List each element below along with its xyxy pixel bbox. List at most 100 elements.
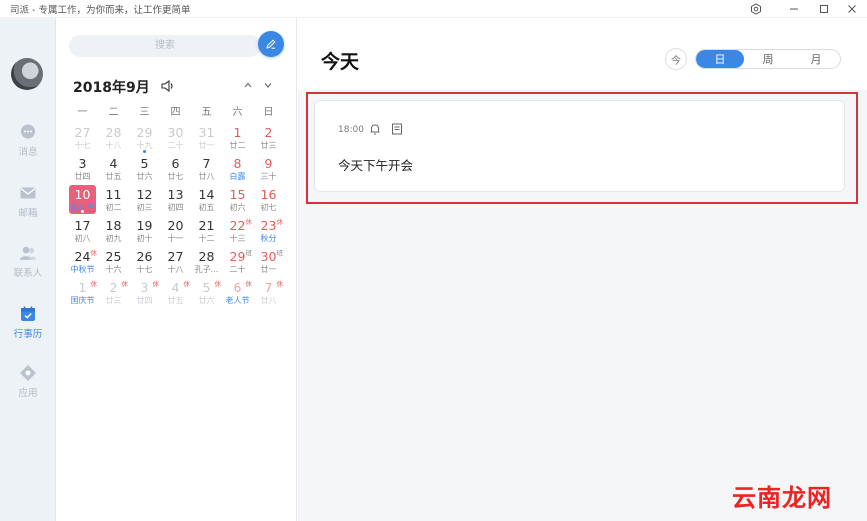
bell-icon <box>370 124 380 135</box>
lunar-label: 廿二 <box>229 141 246 150</box>
calendar-day[interactable]: 12 初三 <box>129 185 160 216</box>
calendar-day[interactable]: 5 廿六 <box>129 154 160 185</box>
calendar-day[interactable]: 13 初四 <box>160 185 191 216</box>
calendar-day[interactable]: 27 十八 <box>160 247 191 278</box>
lunar-label: 十七 <box>74 141 91 150</box>
calendar-day[interactable]: 9 三十 <box>253 154 284 185</box>
lunar-label: 十七 <box>136 265 153 274</box>
nav-item-contacts[interactable]: 联系人 <box>0 244 56 292</box>
calendar-day[interactable]: 11 初二 <box>98 185 129 216</box>
calendar-day[interactable]: 19 初十 <box>129 216 160 247</box>
calendar-day[interactable]: 30 二十 <box>160 123 191 154</box>
speaker-icon[interactable] <box>160 78 176 94</box>
lunar-label: 老人节 <box>225 296 250 305</box>
calendar-day[interactable]: 20 十一 <box>160 216 191 247</box>
lunar-label: 初四 <box>167 203 184 212</box>
lunar-label: 廿三 <box>260 141 277 150</box>
view-month-tab[interactable]: 月 <box>792 50 840 68</box>
calendar-day[interactable]: 16 初七 <box>253 185 284 216</box>
day-number: 5 <box>140 156 149 171</box>
calendar-day[interactable]: 26 十七 <box>129 247 160 278</box>
month-label: 2018年9月 <box>73 80 150 96</box>
day-number: 8 <box>233 156 242 171</box>
search-input[interactable]: 搜索 <box>69 35 261 57</box>
calendar-day[interactable]: 3 廿四 <box>67 154 98 185</box>
nav-item-mail[interactable]: 邮箱 <box>0 184 56 232</box>
day-number: 9 <box>264 156 273 171</box>
calendar-day[interactable]: 1 国庆节休 <box>67 278 98 309</box>
day-number: 15 <box>229 187 246 202</box>
lunar-label: 十八 <box>105 141 122 150</box>
calendar-day[interactable]: 29 十九 <box>129 123 160 154</box>
calendar-day[interactable]: 29 二十班 <box>222 247 253 278</box>
calendar-day[interactable]: 3 廿四休 <box>129 278 160 309</box>
day-number: 21 <box>198 218 215 233</box>
day-number: 31 <box>198 125 215 140</box>
calendar-day[interactable]: 7 廿八 <box>191 154 222 185</box>
settings-icon[interactable] <box>748 1 764 17</box>
calendar-day[interactable]: 17 初八 <box>67 216 98 247</box>
app-window: 司派 - 专属工作，为你而来，让工作更简单 消息 邮箱 联系人 行事历 应用 搜… <box>0 0 867 521</box>
lunar-label: 廿七 <box>167 172 184 181</box>
day-number: 19 <box>136 218 153 233</box>
weekday-label: 一 <box>77 107 88 118</box>
chevron-down-icon <box>264 83 272 88</box>
calendar-day[interactable]: 15 初六 <box>222 185 253 216</box>
holiday-badge: 休 <box>214 280 222 288</box>
lunar-label: 廿八 <box>198 172 215 181</box>
lunar-label: 廿一 <box>198 141 215 150</box>
calendar-day-today[interactable]: 10 教师节 <box>67 185 98 216</box>
next-month-button[interactable] <box>261 78 275 92</box>
prev-month-button[interactable] <box>241 78 255 92</box>
compose-button[interactable] <box>258 31 284 57</box>
calendar-day[interactable]: 28 孔子... <box>191 247 222 278</box>
calendar-day[interactable]: 8 白露 <box>222 154 253 185</box>
lunar-label: 孔子... <box>194 265 219 274</box>
calendar-day[interactable]: 2 廿三 <box>253 123 284 154</box>
view-week-tab[interactable]: 周 <box>744 50 792 68</box>
maximize-icon[interactable] <box>816 1 832 17</box>
calendar-day[interactable]: 6 老人节休 <box>222 278 253 309</box>
nav-item-messages[interactable]: 消息 <box>0 123 56 171</box>
weekday-label: 三 <box>139 107 150 118</box>
calendar-day[interactable]: 24 中秋节休 <box>67 247 98 278</box>
day-number: 2 <box>264 125 273 140</box>
weekday-header: 一 二 三 四 五 六 日 <box>67 103 284 118</box>
calendar-day[interactable]: 4 廿五休 <box>160 278 191 309</box>
calendar-day[interactable]: 2 廿三休 <box>98 278 129 309</box>
calendar-day[interactable]: 31 廿一 <box>191 123 222 154</box>
nav-label: 联系人 <box>13 268 43 279</box>
calendar-day[interactable]: 28 十八 <box>98 123 129 154</box>
close-icon[interactable] <box>844 1 860 17</box>
nav-item-calendar[interactable]: 行事历 <box>0 305 56 353</box>
event-card[interactable]: 18:00 今天下午开会 <box>314 100 845 192</box>
day-view-header: 今天 今 日 周 月 <box>298 18 867 90</box>
calendar-day[interactable]: 30 廿一班 <box>253 247 284 278</box>
window-title: 司派 - 专属工作，为你而来，让工作更简单 <box>10 5 191 16</box>
calendar-day[interactable]: 1 廿二 <box>222 123 253 154</box>
nav-item-apps[interactable]: 应用 <box>0 364 56 412</box>
weekday-label: 四 <box>170 107 181 118</box>
calendar-day[interactable]: 23 秋分休 <box>253 216 284 247</box>
calendar-day[interactable]: 14 初五 <box>191 185 222 216</box>
day-number: 14 <box>198 187 215 202</box>
calendar-day[interactable]: 25 十六 <box>98 247 129 278</box>
lunar-label: 廿六 <box>136 172 153 181</box>
calendar-day[interactable]: 7 廿八休 <box>253 278 284 309</box>
view-day-tab[interactable]: 日 <box>696 50 744 68</box>
today-button[interactable]: 今 <box>665 48 687 70</box>
calendar-day[interactable]: 27 十七 <box>67 123 98 154</box>
calendar-day[interactable]: 6 廿七 <box>160 154 191 185</box>
event-time: 18:00 <box>338 125 364 135</box>
calendar-day[interactable]: 21 十二 <box>191 216 222 247</box>
calendar-day[interactable]: 22 十三休 <box>222 216 253 247</box>
day-grid: 27 十七 28 十八 29 十九 30 二十 31 廿一 1 廿二 2 廿三 3 廿四 4 廿五 5 廿六 6 廿七 7 廿… <box>67 123 284 309</box>
calendar-day[interactable]: 4 廿五 <box>98 154 129 185</box>
holiday-badge: 休 <box>276 280 284 288</box>
calendar-day[interactable]: 5 廿六休 <box>191 278 222 309</box>
lunar-label: 三十 <box>260 172 277 181</box>
calendar-day[interactable]: 18 初九 <box>98 216 129 247</box>
avatar[interactable] <box>11 58 43 90</box>
minimize-icon[interactable] <box>786 1 802 17</box>
day-number: 4 <box>109 156 118 171</box>
